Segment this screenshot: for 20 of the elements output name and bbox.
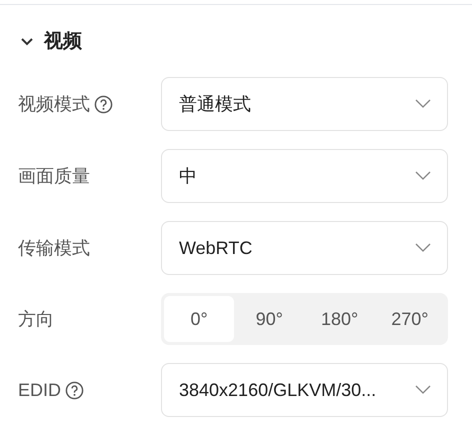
field-label: 视频模式	[18, 92, 90, 116]
select-field[interactable]: WebRTC	[161, 221, 448, 275]
select-field[interactable]: 中	[161, 149, 448, 203]
select-field[interactable]: 普通模式	[161, 77, 448, 131]
chevron-down-icon	[415, 171, 431, 181]
segment-option[interactable]: 180°	[304, 296, 375, 342]
field-label: 传输模式	[18, 236, 90, 260]
chevron-down-icon	[415, 385, 431, 395]
segment-option[interactable]: 0°	[164, 296, 234, 342]
chevron-down-icon	[415, 243, 431, 253]
help-icon[interactable]	[94, 94, 113, 114]
segment-option[interactable]: 90°	[234, 296, 304, 342]
segment-option[interactable]: 270°	[374, 296, 445, 342]
field-label: 画面质量	[18, 164, 90, 188]
select-field[interactable]: 3840x2160/GLKVM/30...	[161, 363, 448, 417]
help-icon[interactable]	[65, 380, 84, 400]
chevron-down-icon	[415, 99, 431, 109]
field-label: 方向	[18, 308, 54, 330]
collapse-toggle[interactable]: 视频	[20, 28, 82, 56]
field-label: EDID	[18, 378, 62, 402]
